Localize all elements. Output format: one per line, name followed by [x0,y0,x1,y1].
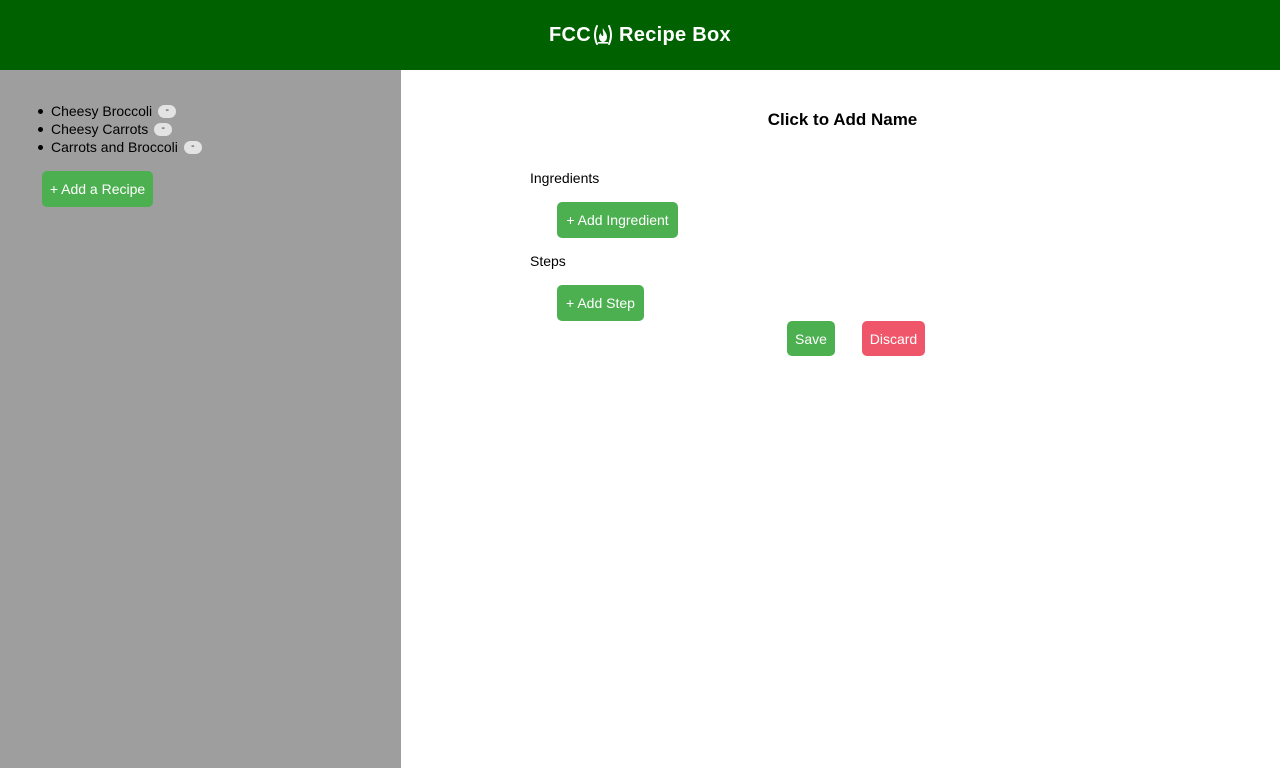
add-recipe-button[interactable]: + Add a Recipe [42,171,153,207]
recipe-list-item: Cheesy Carrots - [38,120,202,138]
recipe-name-editable[interactable]: Click to Add Name [401,110,1280,130]
remove-recipe-button[interactable]: - [183,140,202,154]
freecodecamp-fire-icon [592,24,614,46]
recipe-list-item: Carrots and Broccoli - [38,138,202,156]
ingredients-heading: Ingredients [530,170,600,186]
recipe-sidebar: Cheesy Broccoli - Cheesy Carrots - Carro… [0,70,401,768]
add-step-button[interactable]: + Add Step [557,285,644,321]
recipe-editor: Click to Add Name Ingredients + Add Ingr… [401,70,1280,768]
recipe-list: Cheesy Broccoli - Cheesy Carrots - Carro… [38,102,202,156]
recipe-name-link[interactable]: Cheesy Broccoli [51,103,152,119]
add-ingredient-button[interactable]: + Add Ingredient [557,202,678,238]
remove-recipe-button[interactable]: - [154,122,173,136]
app-title-suffix: Recipe Box [619,23,731,46]
recipe-name-link[interactable]: Cheesy Carrots [51,121,148,137]
steps-heading: Steps [530,253,566,269]
save-button[interactable]: Save [787,321,835,356]
discard-button[interactable]: Discard [862,321,925,356]
recipe-list-item: Cheesy Broccoli - [38,102,202,120]
app-title: FCC Recipe Box [549,24,731,47]
remove-recipe-button[interactable]: - [158,104,177,118]
recipe-name-link[interactable]: Carrots and Broccoli [51,139,178,155]
app-header: FCC Recipe Box [0,0,1280,70]
app-title-prefix: FCC [549,23,592,46]
